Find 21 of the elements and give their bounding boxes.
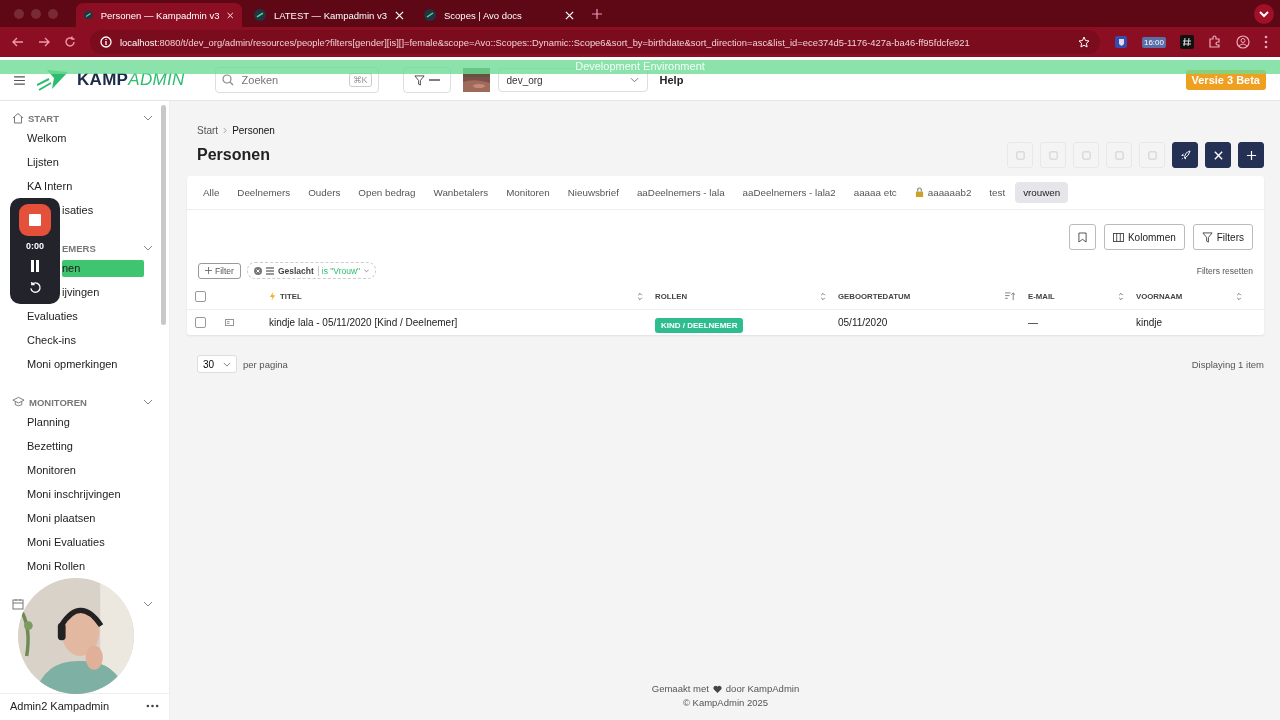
user-name: Admin2 Kampadmin bbox=[10, 700, 110, 712]
chip-value: is "Vrouw" bbox=[317, 265, 361, 276]
environment-toast: Development Environment bbox=[0, 60, 1280, 74]
table-cell-text: kindje lala - 05/11/2020 [Kind / Deelnemer] bbox=[269, 317, 459, 328]
role-badge: KIND / DEELNEMER bbox=[655, 317, 744, 333]
per-page-label: per pagina bbox=[243, 358, 288, 370]
table-cell-text: — bbox=[1028, 317, 1039, 328]
section-title: EMERS bbox=[62, 242, 96, 254]
shortcut-hint: ⌘K bbox=[348, 73, 372, 87]
section-title: START bbox=[28, 112, 59, 124]
chip-field: Geslacht bbox=[277, 265, 314, 276]
footer-text: door KampAdmin bbox=[725, 683, 800, 694]
footer-text: Gemaakt met bbox=[651, 683, 709, 694]
url-text: localhost:8080/t/dev_org/admin/resources/people?filters[gender][is][]=female&scope=Avo::Scopes::Dynamic::Scope6&sort_by=birthdate&sort_direction=asc&list_id=ece374d5-1176-427a-ba46-ff95fdcfe921 bbox=[120, 36, 971, 48]
copyright-text: © KampAdmin 2025 bbox=[682, 697, 769, 708]
item-count: Displaying 1 item bbox=[1191, 358, 1264, 370]
table-cell-text: 05/11/2020 bbox=[838, 317, 889, 328]
recording-time: 0:00 bbox=[26, 241, 44, 251]
table-cell-text: kindje bbox=[1136, 317, 1164, 328]
section-title: MONITOREN bbox=[29, 396, 87, 408]
page-title: Personen bbox=[197, 146, 270, 164]
